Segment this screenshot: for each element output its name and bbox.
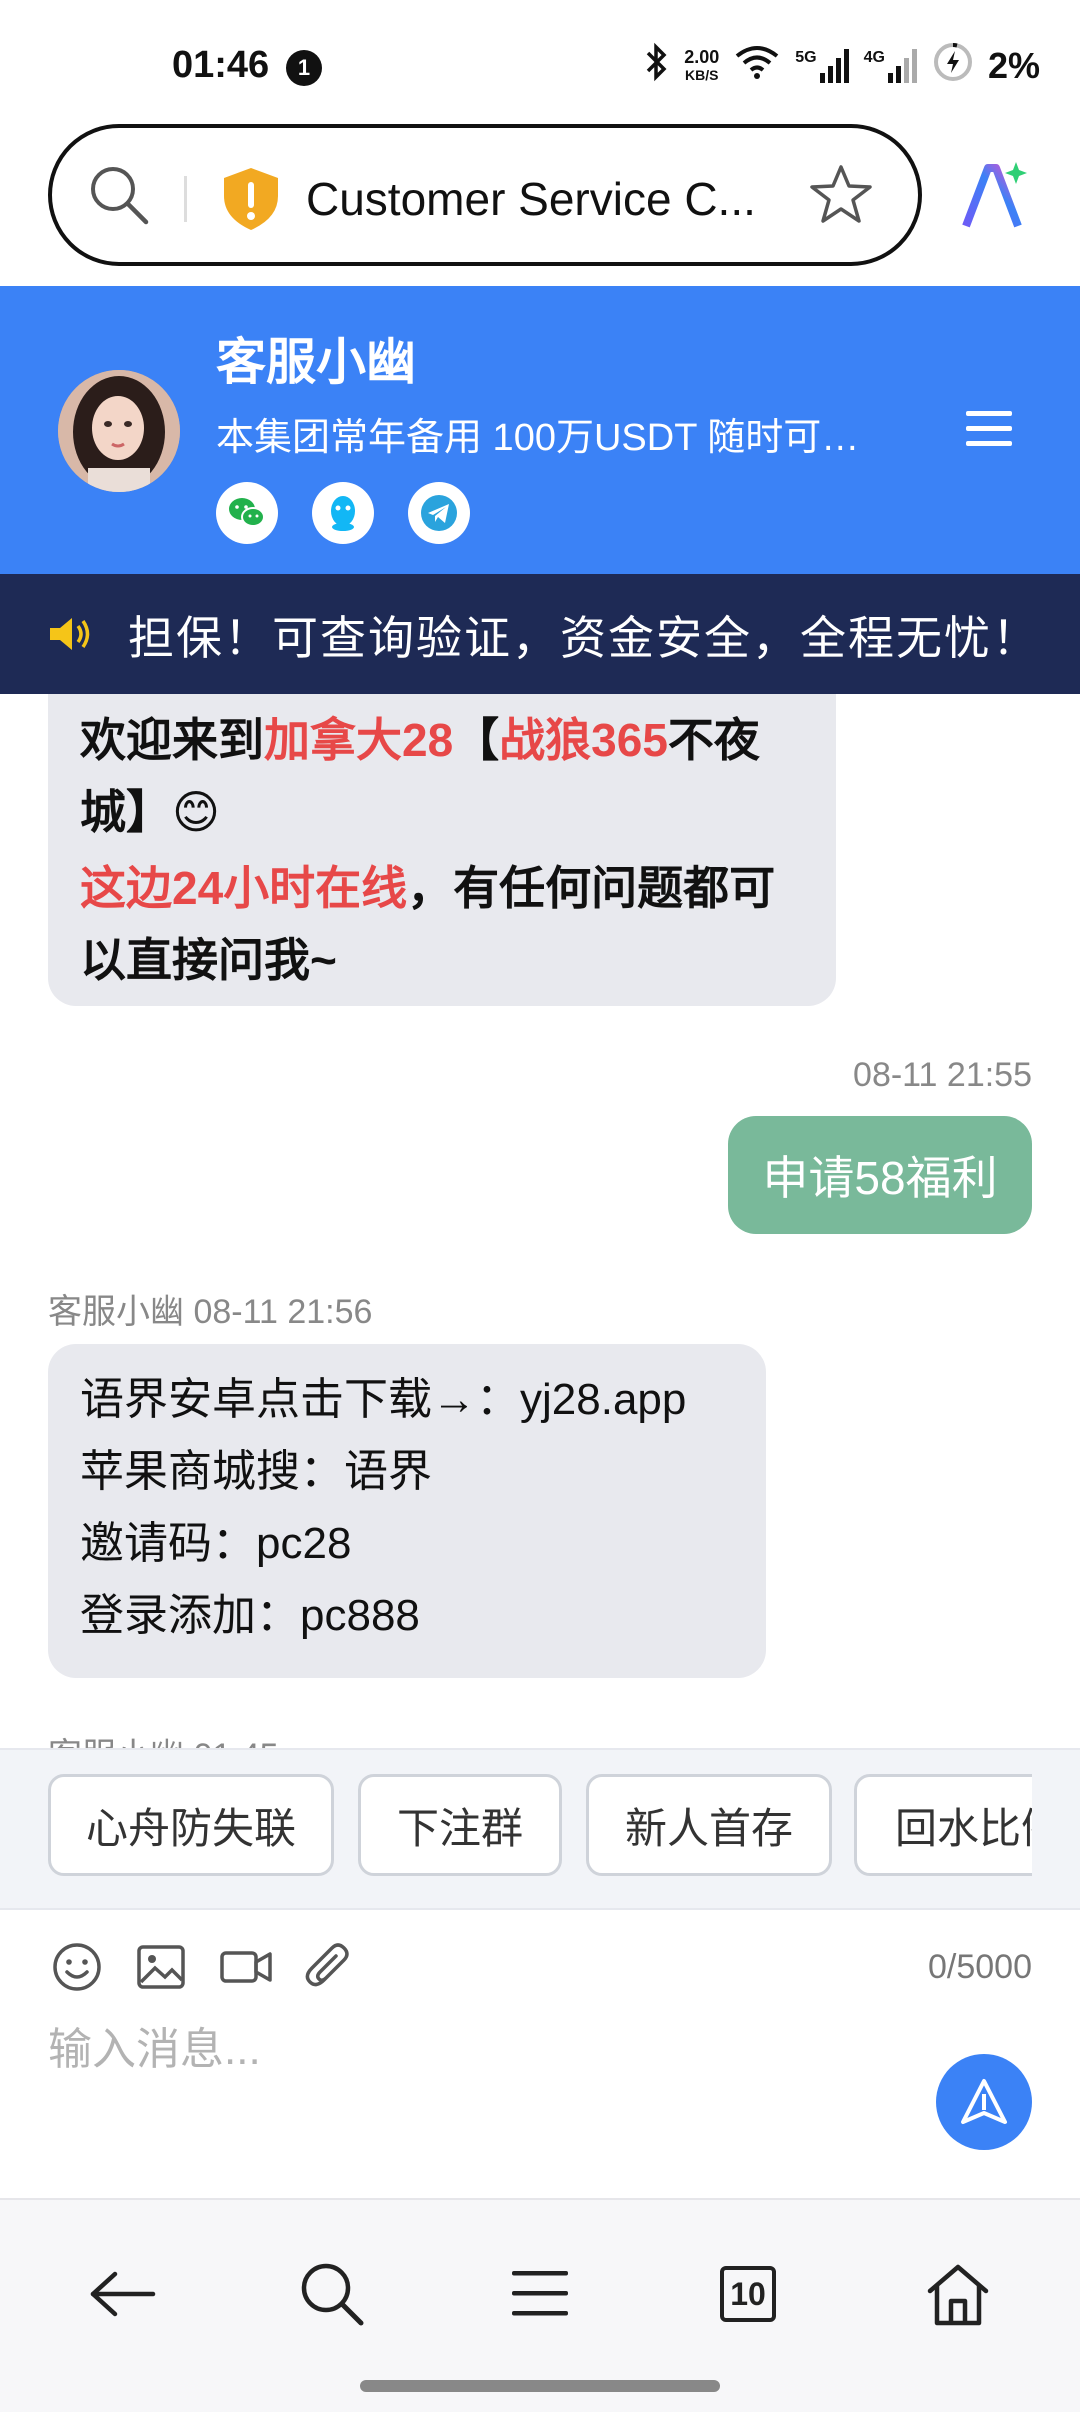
agent-welcome-bubble: 欢迎来到加拿大28【战狼365不夜 城】😊 这边24小时在线，有任何问题都可 以… (48, 694, 836, 1006)
notification-badge: 1 (286, 50, 322, 86)
bookmark-star-icon[interactable] (808, 162, 874, 233)
signal-5g-icon: 5G (795, 49, 849, 83)
emoji-icon[interactable] (50, 1940, 104, 1999)
message-line: 语界安卓点击下载→：yj28.app (80, 1375, 687, 1424)
agent-name: 客服小幽 (216, 334, 416, 390)
agent-description: 本集团常年备用 100万USDT 随时可… (216, 417, 860, 459)
send-button[interactable] (936, 2054, 1032, 2150)
welcome-line-3: 这边24小时在线，有任何问题都可 (80, 852, 806, 924)
message-line: 登录添加：pc888 (80, 1591, 420, 1640)
signal-4g-icon: 4G (864, 49, 918, 83)
quick-reply-chip[interactable]: 新人首存 (586, 1774, 832, 1876)
chat-messages[interactable]: 欢迎来到加拿大28【战狼365不夜 城】😊 这边24小时在线，有任何问题都可 以… (0, 694, 1080, 1748)
wifi-icon (733, 44, 781, 89)
quick-reply-chip[interactable]: 下注群 (358, 1774, 562, 1876)
agent-avatar[interactable] (58, 370, 180, 492)
speed-value: 2.00 (684, 47, 720, 67)
message-input[interactable] (48, 2014, 908, 2086)
bluetooth-icon (644, 42, 670, 91)
menu-icon[interactable] (964, 408, 1014, 455)
home-indicator[interactable] (360, 2380, 720, 2392)
message-composer: 0/5000 (0, 1910, 1080, 2198)
shield-warning-icon[interactable] (220, 166, 282, 237)
status-bar: 01:46 1 2.00 KB/S 5G 4G 2% (0, 0, 1080, 120)
message-line: 邀请码：pc28 (80, 1519, 352, 1568)
char-counter: 0/5000 (928, 1948, 1032, 1986)
status-icons: 2.00 KB/S 5G 4G 2% (644, 42, 1040, 91)
ai-assistant-icon[interactable] (958, 160, 1030, 237)
search-icon (301, 2263, 364, 2326)
welcome-line-2: 城】😊 (80, 786, 220, 838)
welcome-text: 不夜 (667, 714, 760, 766)
network-speed: 2.00 KB/S (684, 48, 719, 84)
highlight-text: 这边24小时在线 (80, 862, 408, 914)
chip-fade (1032, 1750, 1080, 1908)
search-button[interactable] (292, 2254, 372, 2334)
quick-reply-chip[interactable]: 心舟防失联 (48, 1774, 334, 1876)
speaker-icon (46, 614, 94, 659)
welcome-text: ，有任何问题都可 (407, 862, 776, 914)
clock: 01:46 (172, 44, 270, 86)
tabs-count: 10 (720, 2266, 776, 2322)
highlight-text: 战狼365 (499, 714, 668, 766)
user-message-bubble: 申请58福利 (728, 1116, 1032, 1234)
speed-unit: KB/S (685, 67, 719, 83)
signal1-label: 5G (795, 49, 817, 66)
back-arrow-icon (90, 2271, 156, 2317)
search-icon[interactable] (86, 162, 152, 233)
battery-percent: 2% (987, 45, 1040, 86)
send-icon (961, 2079, 1007, 2124)
highlight-text: 加拿大28 (264, 714, 454, 766)
qq-icon[interactable] (312, 482, 374, 544)
chat-header: 客服小幽 本集团常年备用 100万USDT 随时可… (0, 286, 1080, 574)
page-title[interactable]: Customer Service C... (306, 172, 756, 226)
agent-message-bubble: 语界安卓点击下载→：yj28.app 苹果商城搜：语界 邀请码：pc28 登录添… (48, 1344, 766, 1678)
divider (184, 176, 187, 222)
home-icon (927, 2264, 989, 2326)
welcome-line-1: 欢迎来到加拿大28【战狼365不夜 (80, 704, 806, 776)
home-button[interactable] (918, 2254, 998, 2334)
welcome-text: 欢迎来到 (80, 714, 264, 766)
attachment-icon[interactable] (302, 1940, 356, 1999)
message-line: 苹果商城搜：语界 (80, 1447, 432, 1496)
video-icon[interactable] (218, 1940, 274, 1999)
welcome-line-4: 以直接问我~ (80, 934, 337, 986)
quick-replies-bar: 心舟防失联 下注群 新人首存 回水比例 (0, 1748, 1080, 1910)
signal2-label: 4G (863, 49, 885, 66)
hamburger-icon (512, 2271, 568, 2316)
announcement-text: 担保！可查询验证，资金安全，全程无忧！ (128, 612, 1040, 664)
battery-charging-icon (932, 41, 974, 92)
image-icon[interactable] (134, 1940, 188, 1999)
address-bar[interactable]: Customer Service C... (48, 124, 922, 266)
next-message-meta: 客服小幽 01:45 (48, 1728, 279, 1748)
back-button[interactable] (82, 2254, 162, 2334)
announcement-marquee: 担保！可查询验证，资金安全，全程无忧！ (0, 574, 1080, 694)
welcome-text: 【 (453, 714, 500, 766)
agent-message-meta: 客服小幽 08-11 21:56 (48, 1293, 373, 1331)
telegram-icon[interactable] (408, 482, 470, 544)
wechat-icon[interactable] (216, 482, 278, 544)
menu-button[interactable] (500, 2254, 580, 2334)
tabs-button[interactable]: 10 (708, 2254, 788, 2334)
message-timestamp: 08-11 21:55 (853, 1056, 1032, 1094)
